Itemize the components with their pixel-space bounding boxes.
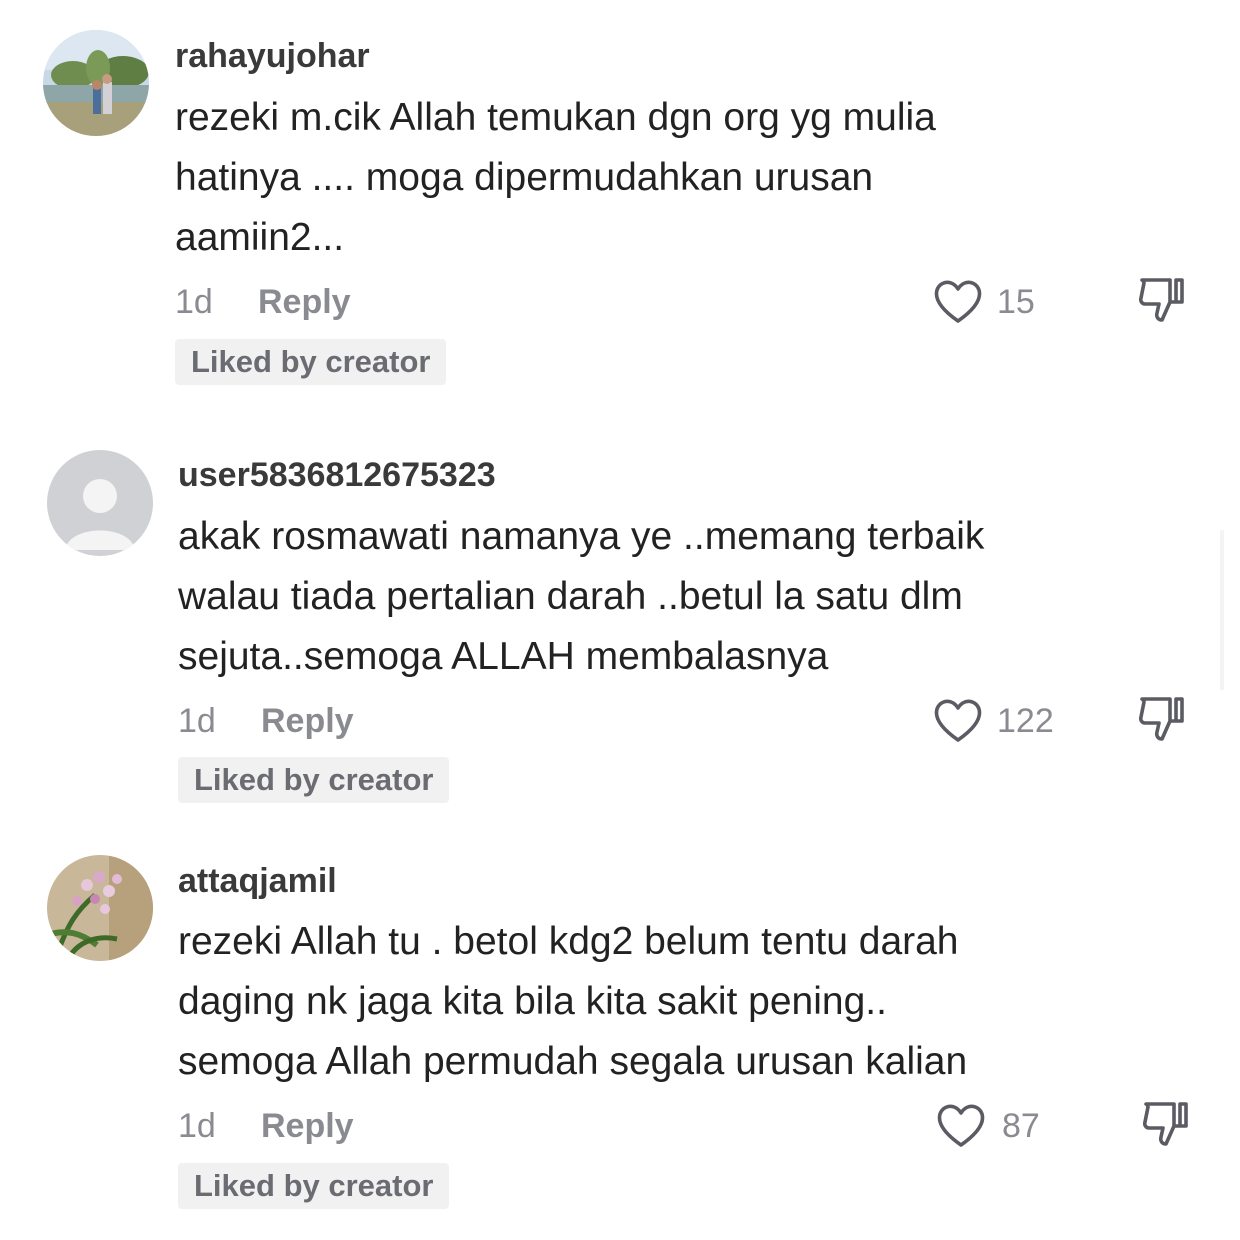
username[interactable]: rahayujohar — [175, 37, 370, 76]
comment-line: akak rosmawati namanya ye ..memang terba… — [178, 515, 985, 558]
default-avatar-icon — [47, 450, 153, 556]
like-count: 122 — [997, 702, 1054, 740]
comment-line: hatinya .... moga dipermudahkan urusan — [175, 156, 874, 199]
avatar[interactable] — [47, 450, 153, 556]
thumbs-down-icon — [1138, 278, 1184, 322]
heart-outline-icon — [934, 280, 982, 323]
liked-by-creator-badge: Liked by creator — [178, 757, 450, 803]
like-button[interactable] — [932, 277, 984, 325]
scrollbar-track[interactable] — [1220, 530, 1224, 690]
heart-outline-icon — [934, 699, 982, 742]
heart-outline-icon — [937, 1104, 985, 1147]
comment-line: rezeki m.cik Allah temukan dgn org yg mu… — [175, 96, 936, 139]
comment-text: rezeki m.cik Allah temukan dgn org yg mu… — [175, 88, 936, 268]
avatar[interactable] — [43, 30, 149, 136]
comment-line: daging nk jaga kita bila kita sakit peni… — [178, 980, 887, 1023]
username[interactable]: user5836812675323 — [178, 456, 496, 495]
dislike-button[interactable] — [1140, 1098, 1192, 1150]
profile-photo — [43, 30, 149, 136]
comment-time: 1d — [175, 283, 213, 321]
comment-line: aamiin2... — [175, 216, 345, 259]
avatar[interactable] — [47, 855, 153, 961]
comment-line: walau tiada pertalian darah ..betul la s… — [178, 575, 963, 618]
like-count: 15 — [997, 283, 1035, 321]
thumbs-down-icon — [1142, 1102, 1188, 1146]
like-button[interactable] — [932, 696, 984, 744]
reply-button[interactable]: Reply — [261, 702, 354, 741]
username[interactable]: attaqjamil — [178, 862, 337, 901]
comment-text: rezeki Allah tu . betol kdg2 belum tentu… — [178, 912, 967, 1092]
dislike-button[interactable] — [1136, 693, 1188, 745]
comment-time: 1d — [178, 702, 216, 740]
profile-photo — [47, 855, 153, 961]
reply-button[interactable]: Reply — [258, 283, 351, 322]
comment-text: akak rosmawati namanya ye ..memang terba… — [178, 507, 984, 687]
comment-line: semoga Allah permudah segala urusan kali… — [178, 1040, 968, 1083]
thumbs-down-icon — [1138, 697, 1184, 741]
like-count: 87 — [1002, 1107, 1040, 1145]
liked-by-creator-badge: Liked by creator — [175, 339, 447, 385]
dislike-button[interactable] — [1136, 274, 1188, 326]
comment-line: sejuta..semoga ALLAH membalasnya — [178, 635, 829, 678]
comment-time: 1d — [178, 1107, 216, 1145]
comment-line: rezeki Allah tu . betol kdg2 belum tentu… — [178, 920, 959, 963]
reply-button[interactable]: Reply — [261, 1107, 354, 1146]
like-button[interactable] — [935, 1101, 987, 1149]
liked-by-creator-badge: Liked by creator — [178, 1163, 450, 1209]
